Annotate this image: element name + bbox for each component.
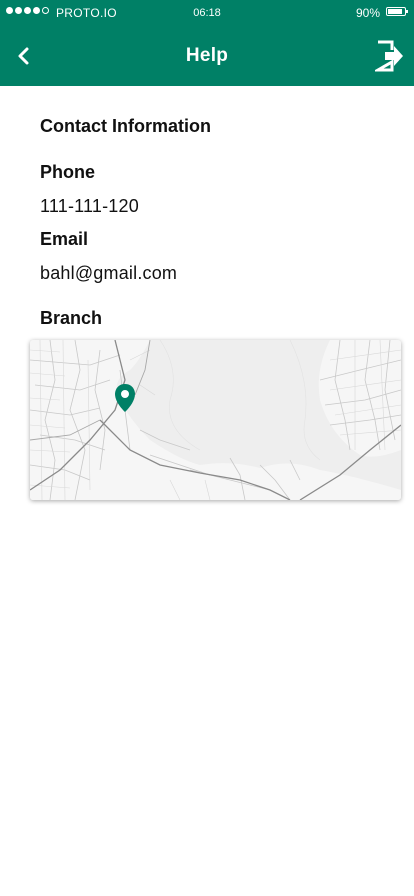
phone-label: Phone [40, 162, 96, 182]
page-title: Help [185, 45, 229, 66]
status-bar: PROTO.IO 06:18 90% [0, 0, 414, 26]
help-screen: PROTO.IO 06:18 90% Help Contact Informat… [0, 0, 414, 896]
email-value[interactable]: bahl@gmail.com [40, 263, 177, 284]
status-time: 06:18 [193, 7, 221, 19]
battery-percentage: 90% [355, 6, 380, 20]
navigation-bar: Help [0, 26, 414, 86]
branch-map[interactable] [30, 340, 401, 500]
section-title: Contact Information [40, 116, 211, 136]
logout-button[interactable] [374, 39, 406, 73]
logout-icon [375, 40, 403, 72]
email-label: Email [40, 229, 89, 249]
map-image [30, 340, 401, 500]
phone-value[interactable]: 111-111-120 [40, 196, 139, 217]
battery-icon [386, 7, 408, 16]
branch-label: Branch [40, 308, 103, 328]
